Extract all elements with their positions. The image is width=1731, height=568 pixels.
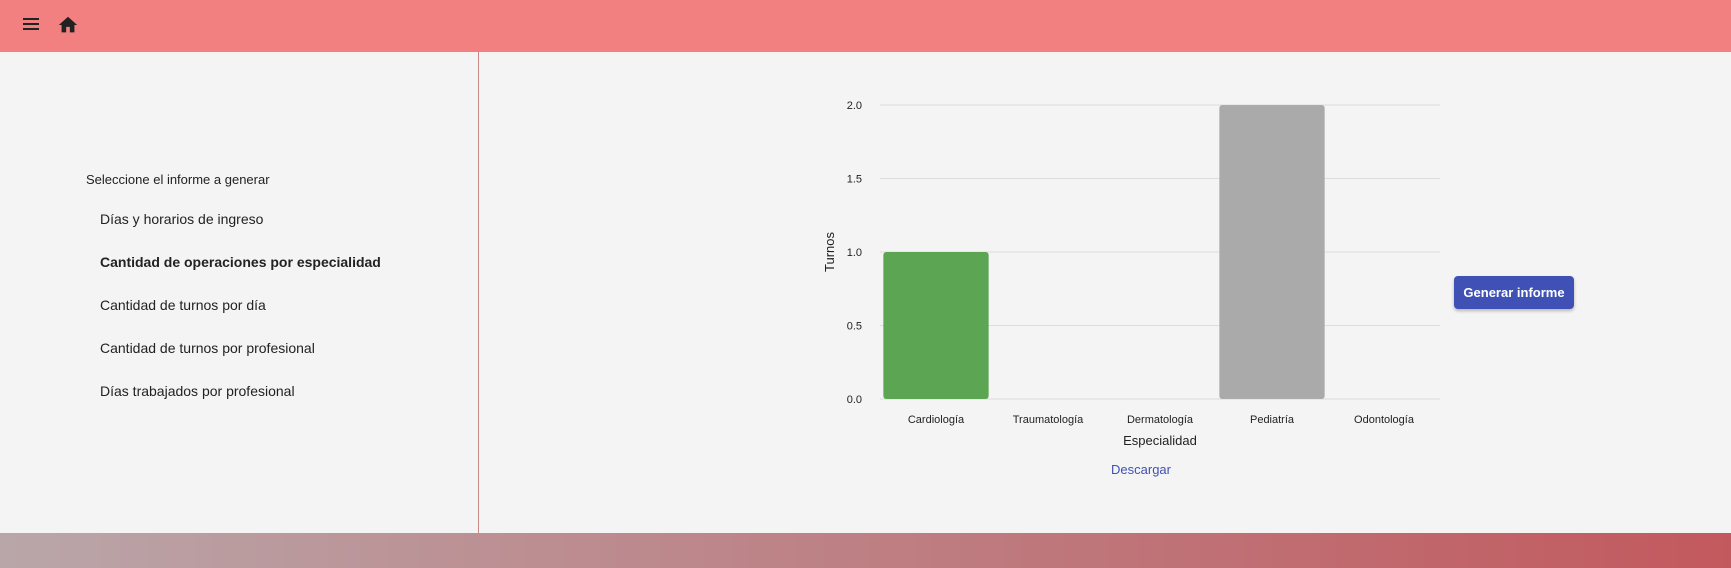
x-tick-label: Pediatría — [1250, 414, 1295, 426]
x-tick-label: Odontología — [1354, 414, 1415, 426]
report-item-dias-trabajados-profesional[interactable]: Días trabajados por profesional — [100, 380, 381, 423]
bar-chart: 0.0 0.5 1.0 1.5 2.0 Cardiología Traumatología… — [822, 100, 1440, 448]
report-item-turnos-por-profesional[interactable]: Cantidad de turnos por profesional — [100, 337, 381, 380]
y-tick-label: 1.0 — [847, 247, 862, 259]
menu-icon[interactable] — [22, 16, 42, 32]
sidebar-title: Seleccione el informe a generar — [86, 172, 270, 187]
x-tick-label: Cardiología — [908, 414, 965, 426]
y-tick-label: 0.5 — [847, 321, 862, 333]
y-tick-label: 2.0 — [847, 100, 862, 112]
generate-report-button[interactable]: Generar informe — [1454, 276, 1574, 309]
home-icon[interactable] — [57, 14, 79, 36]
x-axis-ticks: Cardiología Traumatología Dermatología Pedi… — [908, 414, 1415, 426]
y-axis-ticks: 0.0 0.5 1.0 1.5 2.0 — [847, 100, 862, 406]
bar-cardiología — [883, 252, 989, 399]
footer-bar — [0, 533, 1731, 568]
report-list: Días y horarios de ingreso Cantidad de o… — [100, 208, 381, 423]
x-axis-label: Especialidad — [1123, 433, 1197, 448]
top-app-bar — [0, 0, 1731, 52]
download-link[interactable]: Descargar — [1081, 462, 1201, 477]
bar-pediatría — [1219, 105, 1325, 399]
y-tick-label: 0.0 — [847, 394, 862, 406]
y-axis-label: Turnos — [822, 232, 837, 272]
report-item-turnos-por-dia[interactable]: Cantidad de turnos por día — [100, 294, 381, 337]
report-sidebar: Seleccione el informe a generar Días y h… — [0, 52, 479, 533]
x-tick-label: Dermatología — [1127, 414, 1194, 426]
report-item-dias-horarios-ingreso[interactable]: Días y horarios de ingreso — [100, 208, 381, 251]
y-tick-label: 1.5 — [847, 174, 862, 186]
report-item-operaciones-por-especialidad[interactable]: Cantidad de operaciones por especialidad — [100, 251, 381, 294]
x-tick-label: Traumatología — [1013, 414, 1084, 426]
